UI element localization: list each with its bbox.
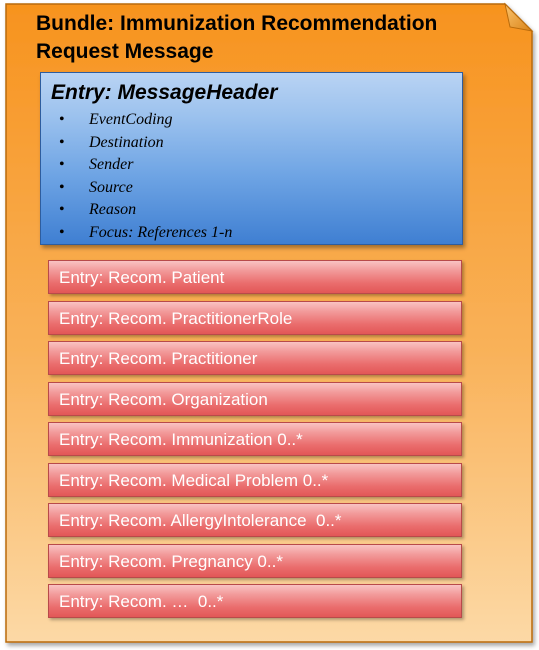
message-header-item-label: Focus: References 1-n [89, 223, 233, 241]
entry-patient: Entry: Recom. Patient [48, 260, 462, 294]
message-header-item-label: Destination [89, 133, 164, 151]
bundle-title-line-1: Bundle: Immunization Recommendation [36, 12, 438, 35]
bundle-diagram: Bundle: Immunization Recommendation Requ… [0, 0, 539, 650]
entry-label: Entry: Recom. Pregnancy 0..* [59, 551, 283, 571]
entry-organization: Entry: Recom. Organization [48, 381, 462, 416]
entry-label: Entry: Recom. Organization [59, 389, 268, 409]
entry-other: Entry: Recom. … 0..* [48, 584, 462, 618]
bullet-icon: • [59, 156, 65, 174]
entry-label: Entry: Recom. AllergyIntolerance 0..* [59, 511, 342, 530]
message-header-item: • EventCoding [59, 109, 232, 132]
entry-immunization: Entry: Recom. Immunization 0..* [48, 422, 462, 456]
entry-label: Entry: Recom. PractitionerRole [59, 308, 293, 328]
message-header-list: • EventCoding • Destination • Sender • Sourc… [59, 109, 232, 245]
entry-pregnancy: Entry: Recom. Pregnancy 0..* [48, 543, 462, 578]
entry-allergy-intolerance: Entry: Recom. AllergyIntolerance 0..* [48, 503, 462, 537]
bullet-icon: • [59, 111, 65, 128]
message-header-title: Entry: MessageHeader [51, 81, 278, 104]
entry-label: Entry: Recom. Patient [59, 268, 225, 287]
message-header-item-label: Sender [89, 156, 134, 174]
message-header-item-label: EventCoding [89, 111, 173, 128]
entry-label: Entry: Recom. Immunization 0..* [59, 430, 303, 449]
message-header-item: • Source [59, 177, 232, 200]
message-header-item: • Reason [59, 199, 232, 222]
entry-label: Entry: Recom. … 0..* [59, 592, 224, 611]
bullet-icon: • [59, 223, 65, 241]
bullet-icon: • [59, 178, 65, 196]
entry-practitioner-role: Entry: Recom. PractitionerRole [48, 300, 462, 335]
message-header-box: Entry: MessageHeader • EventCoding • Desti… [40, 72, 463, 245]
message-header-item: • Sender [59, 154, 232, 177]
message-header-item: • Destination [59, 132, 232, 155]
entry-practitioner: Entry: Recom. Practitioner [48, 341, 462, 375]
bullet-icon: • [59, 133, 65, 151]
bundle-title: Bundle: Immunization Recommendation Requ… [36, 10, 506, 66]
entry-label: Entry: Recom. Medical Problem 0..* [59, 470, 329, 490]
bundle-title-line-2: Request Message [36, 40, 214, 63]
message-header-item-label: Reason [89, 201, 137, 219]
bullet-icon: • [59, 201, 65, 219]
message-header-item: • Focus: References 1-n [59, 222, 232, 245]
entry-medical-problem: Entry: Recom. Medical Problem 0..* [48, 462, 462, 497]
entry-label: Entry: Recom. Practitioner [59, 349, 258, 368]
message-header-item-label: Source [89, 178, 133, 196]
